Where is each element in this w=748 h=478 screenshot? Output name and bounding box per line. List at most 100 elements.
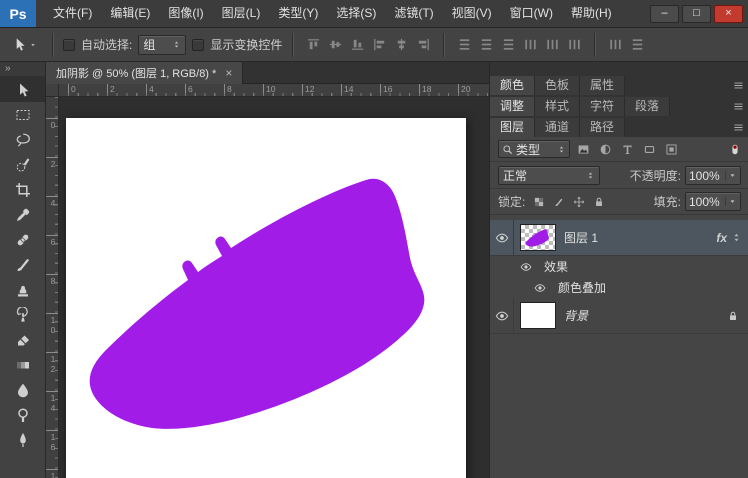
- auto-select-checkbox[interactable]: [63, 39, 75, 51]
- document-tab-close-icon[interactable]: ×: [225, 67, 232, 79]
- eyedropper-tool[interactable]: [0, 202, 45, 227]
- align-right-icon[interactable]: [413, 35, 433, 55]
- pixel-filter-icon[interactable]: [573, 140, 593, 158]
- layer-thumbnail-layer-1[interactable]: [520, 224, 556, 251]
- show-transform-checkbox[interactable]: [192, 39, 204, 51]
- h-ruler-number: 6: [185, 84, 193, 97]
- close-button[interactable]: ×: [714, 5, 743, 23]
- dist-bottom-icon[interactable]: [498, 35, 518, 55]
- menu-item-3[interactable]: 图层(L): [213, 0, 270, 27]
- dist-top-icon[interactable]: [454, 35, 474, 55]
- layer-row-effects[interactable]: 效果: [490, 256, 748, 277]
- crop-tool[interactable]: [0, 177, 45, 202]
- lock-position-icon[interactable]: [570, 193, 587, 210]
- lock-transparency-icon[interactable]: [530, 193, 547, 210]
- visibility-toggle-effects[interactable]: [516, 256, 536, 277]
- dist-hspace-icon[interactable]: [605, 35, 625, 55]
- tab-channels[interactable]: 通道: [535, 118, 580, 137]
- blend-mode-dropdown[interactable]: 正常: [498, 166, 600, 185]
- smart-object-filter-icon[interactable]: [661, 140, 681, 158]
- lock-all-icon[interactable]: [590, 193, 607, 210]
- menu-item-8[interactable]: 窗口(W): [501, 0, 562, 27]
- align-vcenter-icon[interactable]: [325, 35, 345, 55]
- tab-properties[interactable]: 属性: [580, 76, 625, 95]
- dist-right-icon[interactable]: [564, 35, 584, 55]
- menu-item-0[interactable]: 文件(F): [44, 0, 101, 27]
- tab-paragraph[interactable]: 段落: [625, 97, 670, 116]
- layer-fx-badge[interactable]: fx: [716, 231, 727, 245]
- lock-pixels-icon[interactable]: [550, 193, 567, 210]
- tool-preset-dropdown[interactable]: [6, 32, 42, 58]
- vertical-ruler[interactable]: 024681012141618: [46, 97, 59, 478]
- brush-tool[interactable]: [0, 252, 45, 277]
- tab-adjustments[interactable]: 调整: [490, 97, 535, 116]
- tab-paths[interactable]: 路径: [580, 118, 625, 137]
- visibility-toggle-layer-1[interactable]: [490, 220, 514, 255]
- v-ruler-number: 8: [46, 274, 58, 286]
- ruler-origin[interactable]: [46, 84, 59, 97]
- dodge-tool[interactable]: [0, 402, 45, 427]
- history-brush-tool[interactable]: [0, 302, 45, 327]
- layer-filter-type-dropdown[interactable]: 类型: [498, 140, 570, 158]
- blur-tool[interactable]: [0, 377, 45, 402]
- type-filter-icon[interactable]: [617, 140, 637, 158]
- canvas-pasteboard[interactable]: [59, 97, 489, 478]
- menu-item-6[interactable]: 滤镜(T): [385, 0, 442, 27]
- tab-styles[interactable]: 样式: [535, 97, 580, 116]
- tab-color[interactable]: 颜色: [490, 76, 535, 95]
- layer-row-background[interactable]: 背景: [490, 298, 748, 334]
- shape-filter-icon[interactable]: [639, 140, 659, 158]
- gradient-tool[interactable]: [0, 352, 45, 377]
- visibility-toggle-color-overlay[interactable]: [530, 277, 550, 298]
- maximize-button[interactable]: □: [682, 5, 711, 23]
- minimize-button[interactable]: –: [650, 5, 679, 23]
- auto-select-target-dropdown[interactable]: 组: [138, 35, 186, 55]
- clone-stamp-tool[interactable]: [0, 277, 45, 302]
- dist-vcenter-icon[interactable]: [476, 35, 496, 55]
- document-tab[interactable]: 加阴影 @ 50% (图层 1, RGB/8) * ×: [46, 62, 243, 84]
- fill-input[interactable]: 100%: [685, 192, 741, 211]
- horizontal-ruler[interactable]: 02468101214161820: [59, 84, 489, 97]
- opacity-input[interactable]: 100%: [685, 166, 741, 185]
- align-bottom-icon[interactable]: [347, 35, 367, 55]
- menu-item-9[interactable]: 帮助(H): [562, 0, 621, 27]
- eraser-tool[interactable]: [0, 327, 45, 352]
- caret-down-icon[interactable]: [725, 171, 737, 180]
- adjustment-filter-icon[interactable]: [595, 140, 615, 158]
- tab-layers[interactable]: 图层: [490, 118, 535, 137]
- fx-collapse-icon[interactable]: [727, 231, 745, 244]
- layer-row-layer-1[interactable]: 图层 1fx: [490, 220, 748, 256]
- align-hcenter-icon[interactable]: [391, 35, 411, 55]
- menu-item-2[interactable]: 图像(I): [159, 0, 212, 27]
- dist-hcenter-icon[interactable]: [542, 35, 562, 55]
- quick-selection-tool[interactable]: [0, 152, 45, 177]
- layer-thumbnail-background[interactable]: [520, 302, 556, 329]
- layer-row-color-overlay[interactable]: 颜色叠加: [490, 277, 748, 298]
- tools-panel-collapse[interactable]: »: [0, 62, 45, 77]
- v-ruler-number: 2: [46, 157, 58, 169]
- rect-marquee-tool[interactable]: [0, 102, 45, 127]
- pen-tool[interactable]: [0, 427, 45, 452]
- align-top-icon[interactable]: [303, 35, 323, 55]
- layer-filter-toggle[interactable]: [727, 140, 743, 158]
- panel-menu-icon[interactable]: [727, 76, 748, 95]
- dropdown-arrows-icon: [172, 38, 181, 51]
- canvas[interactable]: [66, 118, 466, 478]
- menu-item-4[interactable]: 类型(Y): [269, 0, 327, 27]
- lasso-tool[interactable]: [0, 127, 45, 152]
- healing-brush-tool[interactable]: [0, 227, 45, 252]
- dist-left-icon[interactable]: [520, 35, 540, 55]
- panel-menu-icon[interactable]: [727, 118, 748, 137]
- menu-item-5[interactable]: 选择(S): [327, 0, 385, 27]
- visibility-toggle-background[interactable]: [490, 298, 514, 333]
- tab-swatches[interactable]: 色板: [535, 76, 580, 95]
- panel-menu-icon[interactable]: [727, 97, 748, 116]
- dist-vspace-icon[interactable]: [627, 35, 647, 55]
- align-left-icon[interactable]: [369, 35, 389, 55]
- move-tool[interactable]: [0, 77, 45, 102]
- indent: [490, 266, 516, 267]
- caret-down-icon[interactable]: [725, 197, 737, 206]
- menu-item-7[interactable]: 视图(V): [443, 0, 501, 27]
- menu-item-1[interactable]: 编辑(E): [101, 0, 159, 27]
- tab-character[interactable]: 字符: [580, 97, 625, 116]
